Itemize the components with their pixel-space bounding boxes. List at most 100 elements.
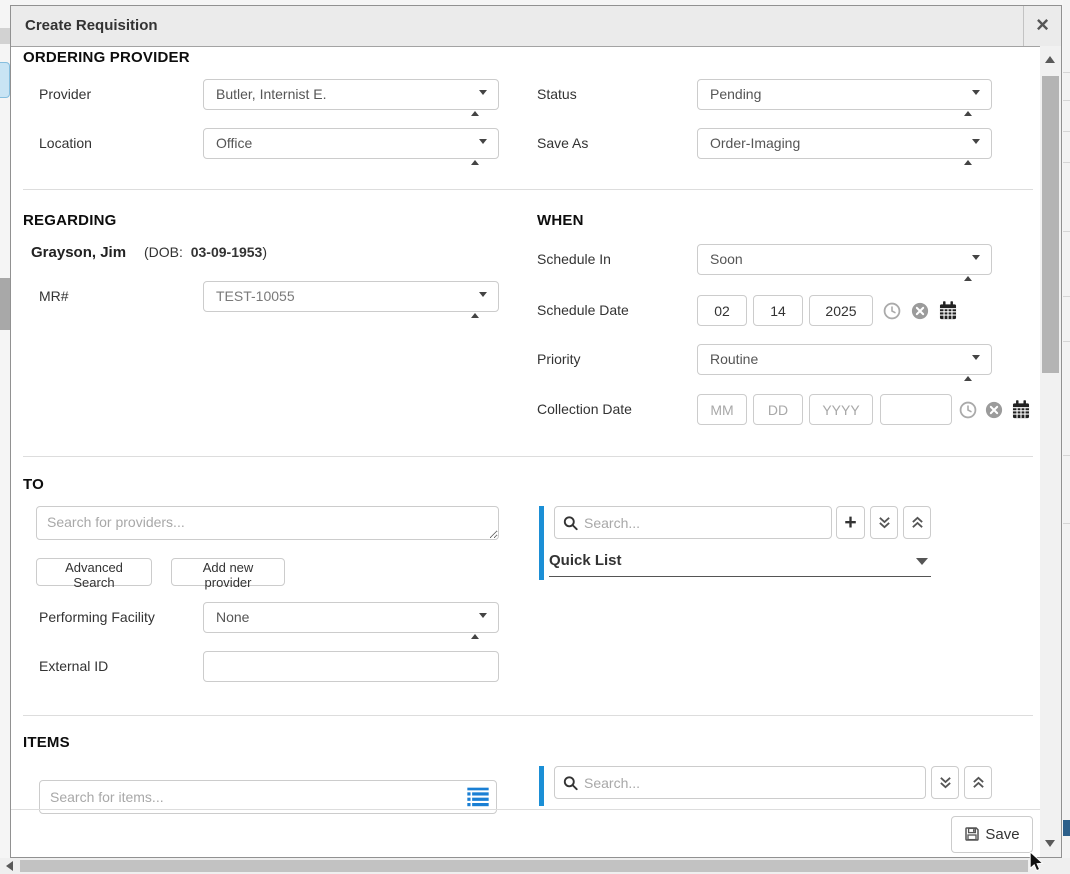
horizontal-scrollbar-thumb[interactable] [20,860,1028,872]
section-divider [23,189,1033,190]
scroll-up-icon[interactable] [1045,56,1055,63]
status-select-value: Pending [710,86,761,102]
chevron-double-down-icon [939,776,952,789]
quick-list-accent-bar [539,506,544,580]
external-id-input[interactable] [203,651,499,682]
mr-label: MR# [39,281,69,312]
add-new-provider-button[interactable]: Add new provider [171,558,285,586]
quick-list-underline [549,576,931,577]
mr-select[interactable]: TEST-10055 [203,281,499,312]
add-to-quick-list-button[interactable]: + [836,506,865,539]
section-divider [23,715,1033,716]
collection-date-month-input[interactable] [697,394,747,425]
schedule-date-year-input[interactable] [809,295,873,326]
chevron-double-up-icon [911,516,924,529]
to-heading: TO [23,476,44,493]
background-line [1063,296,1070,297]
mouse-cursor [1028,852,1045,872]
save-as-select[interactable]: Order-Imaging [697,128,992,159]
when-heading: WHEN [537,212,584,229]
status-select[interactable]: Pending [697,79,992,110]
performing-facility-select[interactable]: None [203,602,499,633]
mr-select-value: TEST-10055 [216,288,295,304]
section-divider [23,456,1033,457]
schedule-date-day-input[interactable] [753,295,803,326]
items-expand-all-button[interactable] [931,766,959,799]
background-line [1063,523,1070,524]
save-button-label: Save [985,826,1019,843]
schedule-in-select[interactable]: Soon [697,244,992,275]
items-quick-search[interactable] [554,766,926,799]
quick-list-header[interactable]: Quick List [549,552,622,569]
scroll-down-icon[interactable] [1045,840,1055,847]
item-list-icon[interactable] [466,787,490,807]
save-button[interactable]: Save [951,816,1033,853]
vertical-scrollbar[interactable] [1040,46,1061,857]
items-collapse-all-button[interactable] [964,766,992,799]
clock-icon[interactable] [883,302,901,320]
advanced-search-button[interactable]: Advanced Search [36,558,152,586]
background-line [1063,131,1070,132]
create-requisition-dialog: Create Requisition × ORDERING PROVIDER P… [10,5,1062,858]
background-line [1063,100,1070,101]
calendar-icon[interactable] [1011,399,1031,420]
calendar-icon[interactable] [938,300,958,321]
background-line [1063,231,1070,232]
background-blue-mark [1063,820,1070,836]
collection-date-label: Collection Date [537,394,632,425]
footer-divider [11,809,1040,810]
dob-value: 03-09-1953 [191,244,263,260]
background-blue-button-fragment [0,62,10,98]
provider-select[interactable]: Butler, Internist E. [203,79,499,110]
background-right-strip [1063,0,1070,858]
clear-date-icon[interactable] [985,401,1003,419]
dob-suffix: ) [262,244,267,260]
ordering-provider-heading: ORDERING PROVIDER [23,49,190,66]
select-caret-icon [964,254,980,283]
priority-select[interactable]: Routine [697,344,992,375]
dialog-title: Create Requisition [11,6,1061,46]
expand-all-button[interactable] [870,506,898,539]
select-caret-icon [964,89,980,118]
regarding-heading: REGARDING [23,212,116,229]
provider-label: Provider [39,79,91,110]
search-icon [563,515,578,530]
collection-date-year-input[interactable] [809,394,873,425]
schedule-date-month-input[interactable] [697,295,747,326]
priority-select-value: Routine [710,351,758,367]
chevron-double-up-icon [972,776,985,789]
close-icon[interactable]: × [1023,6,1061,46]
patient-line: Grayson, Jim (DOB: 03-09-1953) [31,244,267,261]
clock-icon[interactable] [959,401,977,419]
background-line [1063,72,1070,73]
external-id-label: External ID [39,651,108,682]
dob-prefix: (DOB: [144,244,183,260]
background-line [1063,162,1070,163]
schedule-date-label: Schedule Date [537,295,629,326]
vertical-scrollbar-thumb[interactable] [1042,76,1059,373]
dialog-titlebar: Create Requisition × [11,6,1061,47]
save-as-label: Save As [537,128,588,159]
scroll-left-icon[interactable] [6,861,13,871]
horizontal-scrollbar[interactable] [0,858,1070,874]
save-as-select-value: Order-Imaging [710,135,800,151]
collapse-all-button[interactable] [903,506,931,539]
patient-name: Grayson, Jim [31,244,126,261]
clear-date-icon[interactable] [911,302,929,320]
provider-quick-search[interactable] [554,506,832,539]
select-caret-icon [471,612,487,641]
select-caret-icon [471,291,487,320]
provider-search-textarea[interactable] [36,506,499,540]
items-quick-search-input[interactable] [584,768,921,797]
plus-icon: + [844,511,856,535]
location-select-value: Office [216,135,252,151]
items-heading: ITEMS [23,734,70,751]
collection-date-day-input[interactable] [753,394,803,425]
collection-time-input[interactable] [880,394,952,425]
provider-quick-search-input[interactable] [584,508,827,537]
background-page [0,0,10,858]
save-icon [964,826,980,842]
location-select[interactable]: Office [203,128,499,159]
chevron-double-down-icon [878,516,891,529]
quick-list-caret-icon[interactable] [916,558,928,565]
